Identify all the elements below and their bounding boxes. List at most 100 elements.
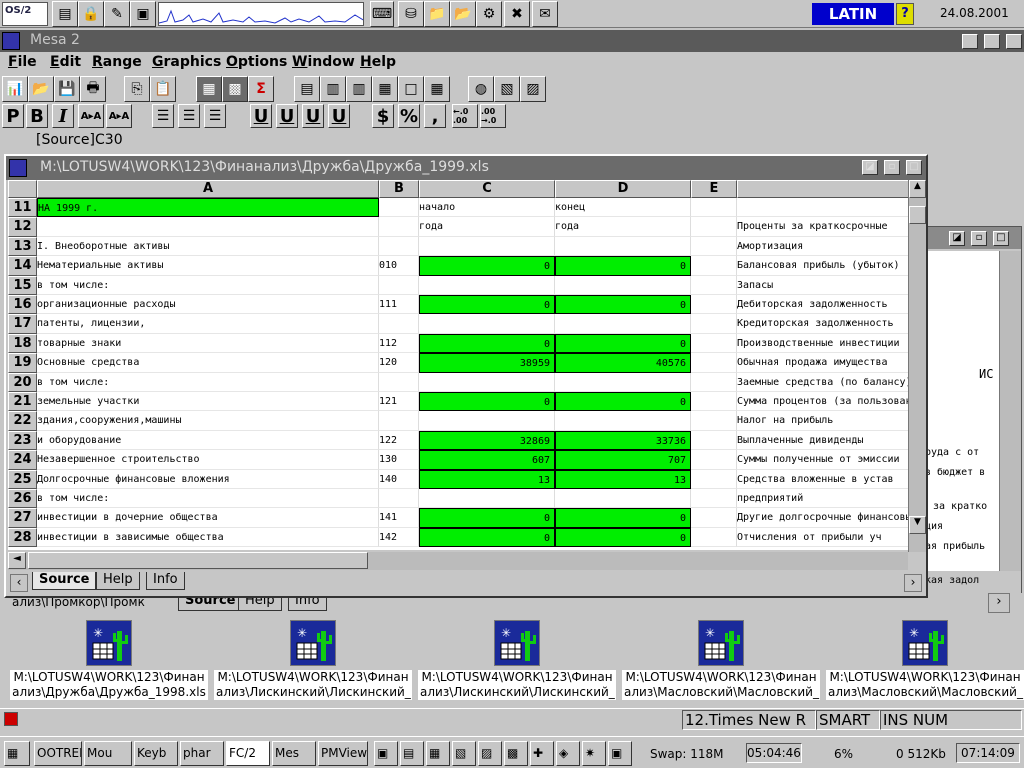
keyboard-icon[interactable]: ⌨ (370, 1, 394, 27)
menu-help[interactable]: Help (360, 54, 396, 70)
cell-e[interactable] (691, 392, 737, 412)
grid2-icon[interactable]: ▥ (320, 76, 346, 102)
cell-b[interactable]: 140 (379, 469, 419, 489)
cell-f[interactable]: Отчисления от прибыли уч (737, 528, 908, 548)
format-p-button[interactable]: P (2, 104, 24, 128)
tab-source[interactable]: Source (32, 572, 97, 590)
cell-d[interactable]: 0 (555, 527, 691, 548)
language-indicator[interactable]: LATIN (812, 3, 894, 25)
cell-d[interactable]: 707 (555, 450, 691, 470)
cell-f[interactable]: Суммы полученные от эмиссии (737, 450, 908, 470)
row-header[interactable]: 18 (8, 333, 37, 354)
back-scroll-right[interactable]: › (988, 593, 1010, 613)
cell-c[interactable] (419, 275, 555, 295)
cell-a[interactable]: НА 1999 г. (37, 198, 379, 218)
cell-f[interactable]: Налог на прибыль (737, 411, 908, 431)
underline3-button[interactable]: U (302, 104, 324, 128)
cell-f[interactable]: Обычная продажа имущества (737, 353, 908, 373)
cell-b[interactable] (379, 411, 419, 431)
lock-icon[interactable]: 🔒 (78, 1, 104, 27)
desktop-spreadsheet-icon[interactable]: ✳ (698, 620, 744, 666)
back-vscroll[interactable] (999, 251, 1021, 571)
back-maximize-button[interactable]: □ (993, 231, 1009, 246)
row-header[interactable]: 27 (8, 508, 37, 528)
tab-help[interactable]: Help (96, 572, 140, 590)
cell-f[interactable]: Запасы (737, 276, 908, 295)
corner-header[interactable] (8, 180, 37, 198)
desktop-icon-label[interactable]: M:\LOTUSW4\WORK\123\Финан ализ\Лискински… (418, 670, 616, 700)
cell-a[interactable]: в том числе: (37, 372, 379, 392)
tray-app6-icon[interactable]: ◈ (556, 741, 580, 766)
align-icon[interactable]: ▦ (196, 76, 222, 102)
task-mesa[interactable]: Mes (272, 741, 316, 766)
cell-c[interactable]: 0 (419, 256, 555, 276)
tray-app7-icon[interactable]: ✷ (582, 741, 606, 766)
cell-e[interactable] (691, 236, 737, 257)
cell-e[interactable] (691, 489, 737, 509)
cell-a[interactable]: организационные расходы (37, 295, 379, 315)
help-icon[interactable]: ? (896, 3, 914, 25)
cell-e[interactable] (691, 217, 737, 237)
cell-b[interactable] (379, 217, 419, 237)
cell-a[interactable]: Нематериальные активы (37, 256, 379, 276)
cell-d[interactable] (555, 411, 691, 431)
add-decimal-button[interactable]: ←.0 .00 (452, 104, 478, 128)
pen-icon[interactable]: ✎ (104, 1, 130, 27)
cell-c[interactable]: 32869 (419, 430, 555, 451)
cell-f[interactable]: Средства вложенные в устав (737, 470, 908, 489)
cell-d[interactable]: 0 (555, 256, 691, 276)
cell-d[interactable]: 0 (555, 392, 691, 412)
desktop-icon-label[interactable]: M:\LOTUSW4\WORK\123\Финан ализ\Дружба\Др… (10, 670, 208, 700)
italic-button[interactable]: I (52, 104, 74, 128)
desktop-icon-label[interactable]: M:\LOTUSW4\WORK\123\Финан ализ\Масловски… (622, 670, 820, 700)
cell-b[interactable]: 122 (379, 430, 419, 451)
cell-e[interactable] (691, 527, 737, 548)
task-start-icon[interactable]: ▦ (4, 741, 30, 766)
cell-a[interactable]: Основные средства (37, 353, 379, 373)
cell-b[interactable] (379, 372, 419, 392)
cell-b[interactable] (379, 275, 419, 295)
cell-b[interactable] (379, 198, 419, 218)
chart-icon[interactable]: 📊 (2, 76, 28, 102)
align-center-button[interactable]: ☰ (178, 104, 200, 128)
desktop-spreadsheet-icon[interactable]: ✳ (290, 620, 336, 666)
cell-f[interactable]: Производственные инвестиции (737, 334, 908, 354)
hscroll-left[interactable]: ◄ (8, 552, 26, 569)
back-restore-button[interactable]: ◪ (949, 231, 965, 246)
row-header[interactable]: 24 (8, 450, 37, 470)
row-header[interactable]: 22 (8, 411, 37, 431)
cell-c[interactable] (419, 372, 555, 392)
palette-icon[interactable]: ▨ (520, 76, 546, 102)
column-header-b[interactable]: B (379, 180, 419, 198)
cell-c[interactable] (419, 314, 555, 334)
cell-b[interactable]: 121 (379, 392, 419, 412)
row-header[interactable]: 21 (8, 392, 37, 412)
task-mouse[interactable]: Mou (84, 741, 132, 766)
desktop-spreadsheet-icon[interactable]: ✳ (86, 620, 132, 666)
cell-b[interactable]: 112 (379, 333, 419, 354)
folder-open-icon[interactable]: 📂 (450, 1, 476, 27)
cell-d[interactable]: конец (555, 198, 691, 218)
row-header[interactable]: 15 (8, 275, 37, 295)
cell-d[interactable] (555, 314, 691, 334)
globe-icon[interactable]: ◍ (468, 76, 494, 102)
print-icon[interactable]: 🖶 (80, 76, 106, 102)
cell-a[interactable]: Незавершенное строительство (37, 450, 379, 470)
row-header[interactable]: 25 (8, 469, 37, 489)
row-header[interactable]: 12 (8, 217, 37, 237)
tab-scroll-right[interactable]: › (904, 574, 922, 592)
cell-a[interactable]: I. Внеоборотные активы (37, 236, 379, 257)
bold-button[interactable]: B (26, 104, 48, 128)
paste-icon[interactable]: 📋 (150, 76, 176, 102)
cell-b[interactable]: 142 (379, 527, 419, 548)
cell-d[interactable]: 0 (555, 508, 691, 528)
cell-c[interactable]: 0 (419, 508, 555, 528)
restore-button[interactable]: ◪ (962, 34, 978, 49)
cell-e[interactable] (691, 353, 737, 373)
cell-b[interactable] (379, 489, 419, 509)
monitor-icon[interactable]: ▣ (130, 1, 156, 27)
sheet-minimize-button[interactable]: ▫ (884, 160, 900, 175)
menu-window[interactable]: Window (292, 54, 355, 70)
align-left-button[interactable]: ☰ (152, 104, 174, 128)
cell-c[interactable]: 0 (419, 527, 555, 548)
